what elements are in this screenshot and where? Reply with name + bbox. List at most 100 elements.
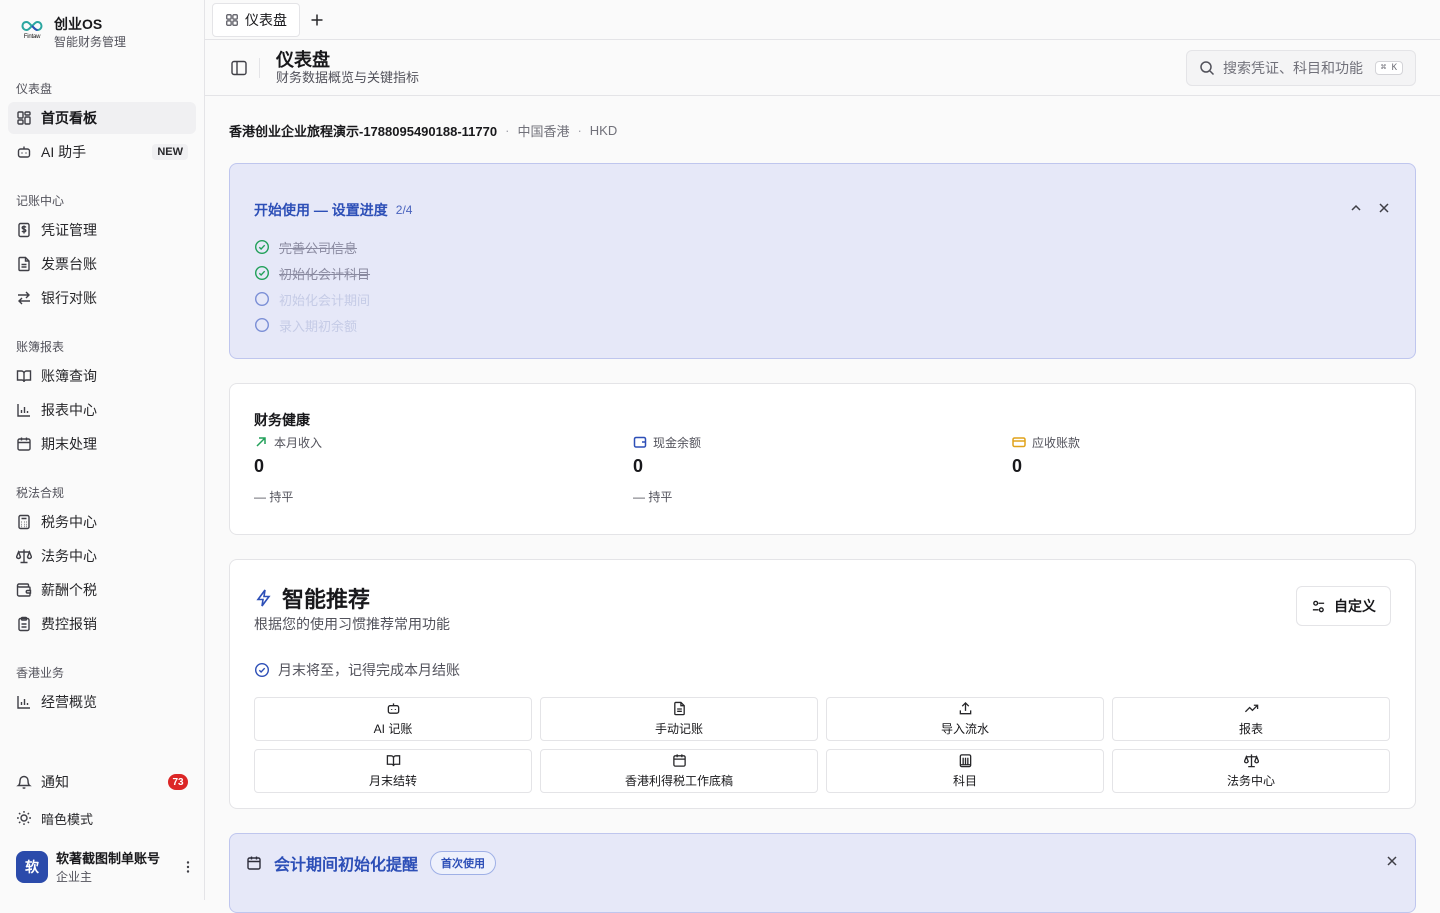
chevron-up-icon[interactable] — [1349, 201, 1363, 215]
setup-step[interactable]: 初始化会计科目 — [254, 260, 1391, 286]
trend-up-icon — [1244, 704, 1258, 713]
dark-mode-label: 暗色模式 — [41, 811, 94, 827]
bar-chart-icon — [17, 696, 30, 709]
company-name: 香港创业企业旅程演示-1788095490188-11770 — [229, 123, 498, 139]
financial-health-card: 财务健康 本月收入 0 — 持平 现金余额 0 — 持平 应收账款 0 — [229, 383, 1416, 535]
search-icon — [1200, 61, 1215, 76]
company-region: 中国香港 — [517, 123, 570, 139]
check-circle-icon — [254, 662, 270, 678]
nav-group-title: 仪表盘 — [16, 82, 53, 96]
metric-cash-balance: 现金余额 0 — 持平 — [633, 432, 1012, 505]
sidebar-item-expense-control[interactable]: 费控报销 — [8, 608, 196, 640]
infinity-logo-icon — [21, 20, 43, 32]
quick-action-reports[interactable]: 报表 — [1112, 697, 1390, 741]
user-name: 软著截图制单账号 — [56, 851, 161, 866]
sidebar-footer: 通知 73 暗色模式 软 软著截图制单账号 企业主 — [0, 764, 204, 884]
quick-action-label: AI 记账 — [373, 722, 413, 736]
bot-icon — [387, 703, 399, 714]
dark-mode-toggle[interactable]: 暗色模式 — [0, 800, 204, 836]
plus-icon — [311, 14, 323, 25]
trend-up-arrow-icon — [256, 437, 266, 447]
sidebar-item-period-end[interactable]: 期末处理 — [8, 428, 196, 460]
metric-value: 0 — [1012, 456, 1023, 476]
quick-action-legal-center[interactable]: 法务中心 — [1112, 749, 1390, 793]
wallet-icon — [633, 436, 647, 448]
notifications-label: 通知 — [41, 774, 69, 790]
brand-name: 创业OS — [54, 16, 103, 32]
brand-subtitle: 智能财务管理 — [54, 35, 127, 49]
customize-button[interactable]: 自定义 — [1296, 586, 1391, 626]
quick-action-label: 手动记账 — [654, 722, 703, 736]
quick-action-label: 香港利得税工作底稿 — [624, 774, 733, 788]
sidebar-toggle-icon[interactable] — [229, 58, 249, 78]
quick-action-import-statement[interactable]: 导入流水 — [826, 697, 1104, 741]
sidebar-item-ai-assistant[interactable]: AI 助手 NEW — [8, 136, 196, 168]
tab-label: 仪表盘 — [245, 11, 287, 28]
sidebar-item-vouchers[interactable]: 凭证管理 — [8, 214, 196, 246]
quick-action-manual-entry[interactable]: 手动记账 — [540, 697, 818, 741]
sidebar-item-legal-center[interactable]: 法务中心 — [8, 540, 196, 572]
sidebar-item-home-dashboard[interactable]: 首页看板 — [8, 102, 196, 134]
lightning-icon — [256, 589, 271, 607]
tab-dashboard[interactable]: 仪表盘 — [212, 2, 300, 37]
page-title: 仪表盘 — [276, 49, 330, 70]
quick-action-month-end-close[interactable]: 月末结转 — [254, 749, 532, 793]
calendar-icon — [17, 437, 31, 451]
close-icon[interactable] — [1377, 201, 1391, 215]
quick-action-label: 法务中心 — [1226, 774, 1275, 788]
sidebar-item-tax-center[interactable]: 税务中心 — [8, 506, 196, 538]
brand[interactable]: Fintaw 创业OS 智能财务管理 — [20, 16, 126, 50]
quick-action-label: 报表 — [1238, 722, 1263, 736]
user-role: 企业主 — [56, 870, 93, 884]
notice-title: 会计期间初始化提醒 — [274, 857, 419, 874]
quick-action-accounts[interactable]: 科目 — [826, 749, 1104, 793]
metric-label: 应收账款 — [1032, 435, 1081, 450]
sidebar-item-reports[interactable]: 报表中心 — [8, 394, 196, 426]
bell-icon — [16, 775, 32, 789]
sidebar-item-payroll-tax[interactable]: 薪酬个税 — [8, 574, 196, 606]
arrows-swap-icon — [18, 291, 30, 305]
global-search-input[interactable]: 搜索凭证、科目和功能 ⌘ K — [1186, 50, 1416, 86]
customize-label: 自定义 — [1334, 598, 1376, 614]
more-vertical-icon[interactable] — [180, 859, 196, 875]
sidebar-item-label: 账簿查询 — [41, 368, 97, 384]
user-profile[interactable]: 软 软著截图制单账号 企业主 — [16, 848, 196, 885]
setup-step[interactable]: 完善公司信息 — [254, 234, 1391, 260]
sliders-icon — [1312, 600, 1325, 612]
metric-trend: — 持平 — [254, 490, 294, 504]
nav-group-title: 税法合规 — [16, 486, 65, 500]
sidebar-item-label: 费控报销 — [41, 616, 97, 632]
sidebar-item-ledger-query[interactable]: 账簿查询 — [8, 360, 196, 392]
setup-step-label: 初始化会计科目 — [279, 266, 371, 282]
reminder-text: 月末将至，记得完成本月结账 — [278, 662, 460, 678]
sidebar-item-label: 法务中心 — [41, 548, 97, 564]
setup-step[interactable]: 录入期初余额 — [254, 312, 1391, 338]
nav-group-title: 账簿报表 — [16, 340, 65, 354]
calendar-icon — [247, 856, 261, 870]
setup-step[interactable]: 初始化会计期间 — [254, 286, 1391, 312]
sidebar-item-business-overview[interactable]: 经营概览 — [8, 686, 196, 718]
quick-action-label: 科目 — [952, 774, 977, 788]
calculator-icon — [18, 514, 30, 530]
nav-group-hk-business: 香港业务 经营概览 — [0, 658, 204, 718]
wallet-icon — [16, 583, 32, 597]
sidebar-item-invoices[interactable]: 发票台账 — [8, 248, 196, 280]
page-subtitle: 财务数据概览与关键指标 — [276, 69, 420, 85]
notifications-count-badge: 73 — [168, 774, 188, 790]
brand-logo-caption: Fintaw — [23, 34, 41, 40]
library-icon — [959, 754, 971, 768]
sidebar-item-label: AI 助手 — [41, 144, 87, 160]
close-icon[interactable] — [1385, 854, 1399, 868]
sidebar-item-bank-reconciliation[interactable]: 银行对账 — [8, 282, 196, 314]
sidebar-item-label: 薪酬个税 — [41, 582, 97, 598]
notifications-button[interactable]: 通知 73 — [0, 764, 204, 800]
quick-actions-grid: AI 记账 手动记账 导入流水 报表 月末结转 香港利得税工作底稿 科目 法务中… — [254, 697, 1391, 793]
sidebar-item-label: 期末处理 — [41, 436, 97, 452]
quick-action-ai-bookkeeping[interactable]: AI 记账 — [254, 697, 532, 741]
add-tab-button[interactable] — [302, 5, 332, 35]
check-circle-icon — [254, 239, 270, 255]
tab-bar: 仪表盘 — [205, 0, 1440, 40]
dashboard-content: 香港创业企业旅程演示-1788095490188-11770 · 中国香港 · … — [229, 97, 1416, 913]
quick-action-hk-profits-tax[interactable]: 香港利得税工作底稿 — [540, 749, 818, 793]
sidebar-nav[interactable]: 仪表盘 首页看板 AI 助手 NEW 记账中心 凭证管理 发票台账 银行对账 账… — [0, 74, 204, 762]
